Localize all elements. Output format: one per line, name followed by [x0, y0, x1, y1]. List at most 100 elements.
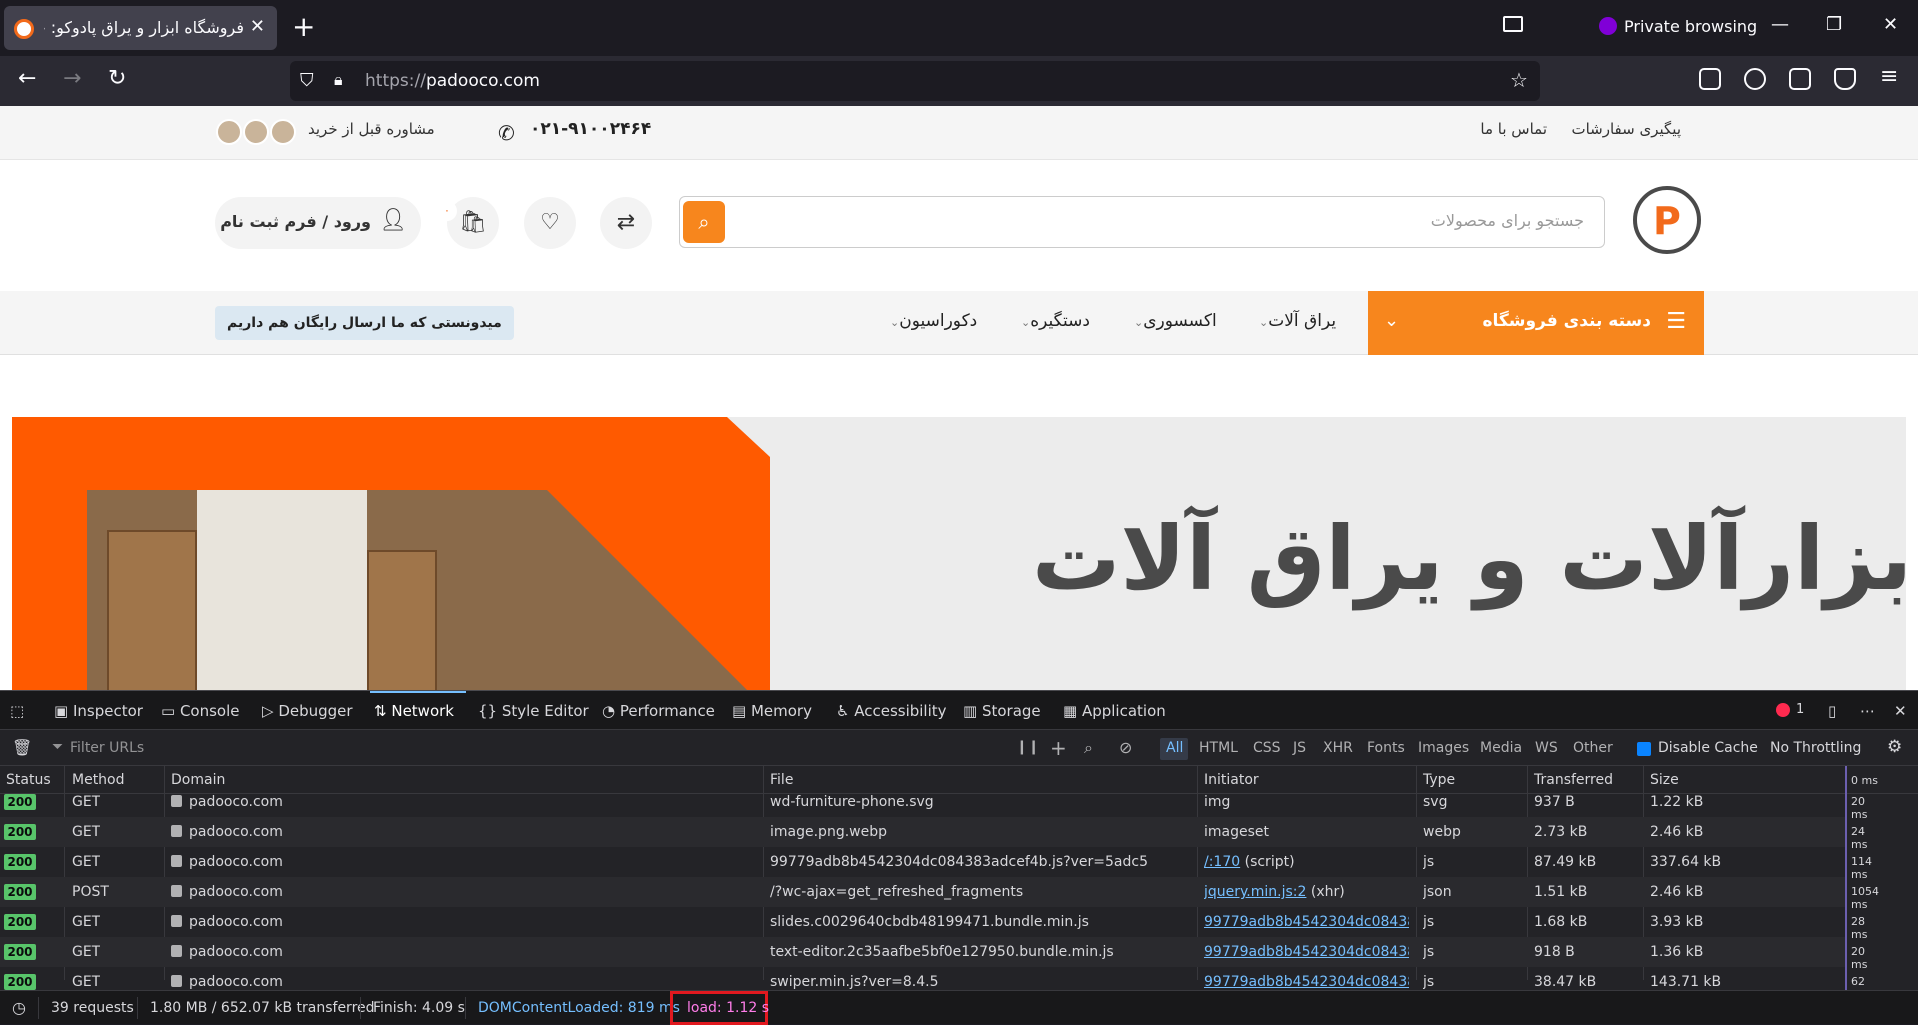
reload-icon[interactable]: ↻: [108, 66, 126, 91]
extensions-icon[interactable]: [1789, 68, 1811, 90]
tab-storage[interactable]: ▥ Storage: [963, 702, 1041, 720]
request-initiator[interactable]: imageset: [1204, 824, 1409, 840]
address-bar[interactable]: ⛉ 🔒︎ https://padooco.com ☆: [290, 61, 1540, 101]
network-settings-gear-icon[interactable]: ⚙: [1887, 737, 1902, 757]
table-row[interactable]: 200 POST padooco.com /?wc-ajax=get_refreshe…: [0, 877, 1879, 911]
bookmark-star-icon[interactable]: ☆: [1510, 68, 1528, 92]
free-shipping-banner[interactable]: میدونستی که ما ارسال رایگان هم داریم: [215, 306, 514, 340]
search-box[interactable]: جستجو برای محصولات ⌕: [679, 196, 1605, 248]
sidebar-toggle-icon[interactable]: [1503, 16, 1523, 32]
pause-icon[interactable]: ❙❙: [1016, 739, 1039, 755]
filter-xhr[interactable]: XHR: [1323, 740, 1353, 756]
performance-analysis-icon[interactable]: ◷: [12, 998, 26, 1017]
filter-js[interactable]: JS: [1293, 740, 1306, 756]
filter-other[interactable]: Other: [1573, 740, 1613, 756]
category-menu-button[interactable]: دسته بندی فروشگاه ☰ ⌄: [1368, 291, 1704, 355]
filter-all[interactable]: All: [1166, 740, 1183, 756]
tab-inspector[interactable]: ▣ Inspector: [54, 702, 143, 720]
clear-trash-icon[interactable]: 🗑︎: [12, 738, 32, 757]
column-transferred[interactable]: Transferred: [1534, 772, 1613, 788]
menu-item-accessories[interactable]: ⌄اکسسوری: [1130, 311, 1217, 331]
pick-element-icon[interactable]: ⬚: [10, 702, 24, 720]
request-initiator[interactable]: img: [1204, 794, 1409, 810]
new-tab-icon[interactable]: +: [292, 10, 315, 43]
url-text[interactable]: https://padooco.com: [365, 71, 540, 91]
block-icon[interactable]: ⊘: [1119, 738, 1132, 757]
disable-cache-checkbox[interactable]: [1637, 742, 1651, 756]
table-row[interactable]: 200 GET padooco.com 99779adb8b4542304dc0843…: [0, 847, 1872, 881]
column-status[interactable]: Status: [6, 772, 51, 788]
initiator-link[interactable]: jquery.min.js:2: [1204, 884, 1306, 900]
tab-memory[interactable]: ▤ Memory: [732, 702, 812, 720]
browser-tab[interactable]: فروشگاه ابزار و یراق پادوکو: خرید ✕: [4, 6, 277, 50]
initiator-link[interactable]: 99779adb8b4542304dc08438...: [1204, 944, 1409, 960]
filter-fonts[interactable]: Fonts: [1367, 740, 1405, 756]
request-initiator[interactable]: 99779adb8b4542304dc08438...: [1204, 944, 1409, 960]
column-domain[interactable]: Domain: [171, 772, 225, 788]
back-icon[interactable]: ←: [18, 66, 36, 91]
login-button[interactable]: ورود / فرم ثبت نام 👤︎: [215, 197, 421, 249]
column-waterfall[interactable]: 0 ms: [1851, 774, 1878, 787]
tab-accessibility[interactable]: ♿︎ Accessibility: [836, 702, 947, 720]
tab-debugger[interactable]: ▷ Debugger: [262, 702, 353, 720]
column-size[interactable]: Size: [1650, 772, 1679, 788]
tab-performance[interactable]: ◔ Performance: [602, 702, 715, 720]
forward-icon[interactable]: →: [63, 66, 81, 91]
tab-close-icon[interactable]: ✕: [250, 16, 265, 37]
menu-item-hardware[interactable]: ⌄یراق آلات: [1255, 311, 1336, 331]
wishlist-heart-icon[interactable]: ♡: [524, 197, 576, 249]
pocket-icon[interactable]: [1699, 68, 1721, 90]
request-initiator[interactable]: jquery.min.js:2 (xhr): [1204, 884, 1409, 900]
column-initiator[interactable]: Initiator: [1204, 772, 1259, 788]
initiator-link[interactable]: /:170: [1204, 854, 1240, 870]
compare-shuffle-icon[interactable]: ⇄: [600, 197, 652, 249]
filter-html[interactable]: HTML: [1199, 740, 1238, 756]
more-options-icon[interactable]: ⋯: [1860, 702, 1875, 720]
request-initiator[interactable]: 99779adb8b4542304dc08438...: [1204, 974, 1409, 990]
tab-console[interactable]: ▭ Console: [161, 702, 240, 720]
order-tracking-link[interactable]: پیگیری سفارشات: [1571, 120, 1681, 138]
search-button[interactable]: ⌕: [683, 201, 725, 243]
ublock-shield-icon[interactable]: [1834, 68, 1856, 90]
column-file[interactable]: File: [770, 772, 793, 788]
search-input[interactable]: جستجو برای محصولات: [1431, 211, 1584, 230]
contact-us-link[interactable]: تماس با ما: [1480, 120, 1547, 138]
table-row[interactable]: 200 GET padooco.com image.png.webp imageset w…: [0, 817, 1867, 851]
disable-cache-label[interactable]: Disable Cache: [1658, 740, 1758, 756]
throttling-select[interactable]: No Throttling: [1770, 740, 1861, 756]
column-method[interactable]: Method: [72, 772, 125, 788]
dock-side-icon[interactable]: ▯: [1828, 702, 1836, 720]
filter-css[interactable]: CSS: [1253, 740, 1281, 756]
filter-media[interactable]: Media: [1480, 740, 1522, 756]
tab-style-editor[interactable]: {} Style Editor: [478, 702, 589, 720]
lock-icon[interactable]: 🔒︎: [334, 70, 343, 90]
account-icon[interactable]: [1744, 68, 1766, 90]
hamburger-menu-icon[interactable]: ≡: [1880, 64, 1898, 89]
error-count[interactable]: 1: [1796, 702, 1804, 717]
shield-icon[interactable]: ⛉: [300, 70, 314, 91]
tab-network[interactable]: ⇅ Network: [374, 702, 454, 720]
error-icon[interactable]: [1776, 703, 1790, 717]
filter-urls-input[interactable]: Filter URLs: [70, 740, 144, 756]
advice-label[interactable]: مشاوره قبل از خرید: [308, 120, 435, 138]
filter-ws[interactable]: WS: [1535, 740, 1558, 756]
minimize-icon[interactable]: —: [1771, 14, 1789, 35]
add-request-icon[interactable]: +: [1050, 736, 1067, 760]
close-devtools-icon[interactable]: ✕: [1894, 702, 1907, 720]
table-row[interactable]: 200 GET padooco.com slides.c0029640cbdb4819…: [0, 907, 1867, 941]
menu-item-handles[interactable]: ⌄دستگیره: [1017, 311, 1090, 331]
initiator-link[interactable]: 99779adb8b4542304dc08438...: [1204, 974, 1409, 990]
window-close-icon[interactable]: ✕: [1883, 14, 1898, 35]
request-initiator[interactable]: /:170 (script): [1204, 854, 1409, 870]
column-type[interactable]: Type: [1423, 772, 1455, 788]
table-row[interactable]: 200 GET padooco.com text-editor.2c35aafbe5b…: [0, 937, 1867, 971]
table-row[interactable]: 200 GET padooco.com wd-furniture-phone.svg i…: [0, 787, 1867, 821]
search-icon[interactable]: ⌕: [1084, 738, 1093, 758]
initiator-link[interactable]: 99779adb8b4542304dc08438...: [1204, 914, 1409, 930]
request-initiator[interactable]: 99779adb8b4542304dc08438...: [1204, 914, 1409, 930]
tab-application[interactable]: ▦ Application: [1063, 702, 1166, 720]
restore-icon[interactable]: ❐: [1826, 14, 1842, 35]
menu-item-decoration[interactable]: ⌄دکوراسیون: [886, 311, 977, 331]
phone-number[interactable]: ۰۲۱-۹۱۰۰۲۴۶۴: [530, 119, 651, 139]
filter-images[interactable]: Images: [1418, 740, 1469, 756]
